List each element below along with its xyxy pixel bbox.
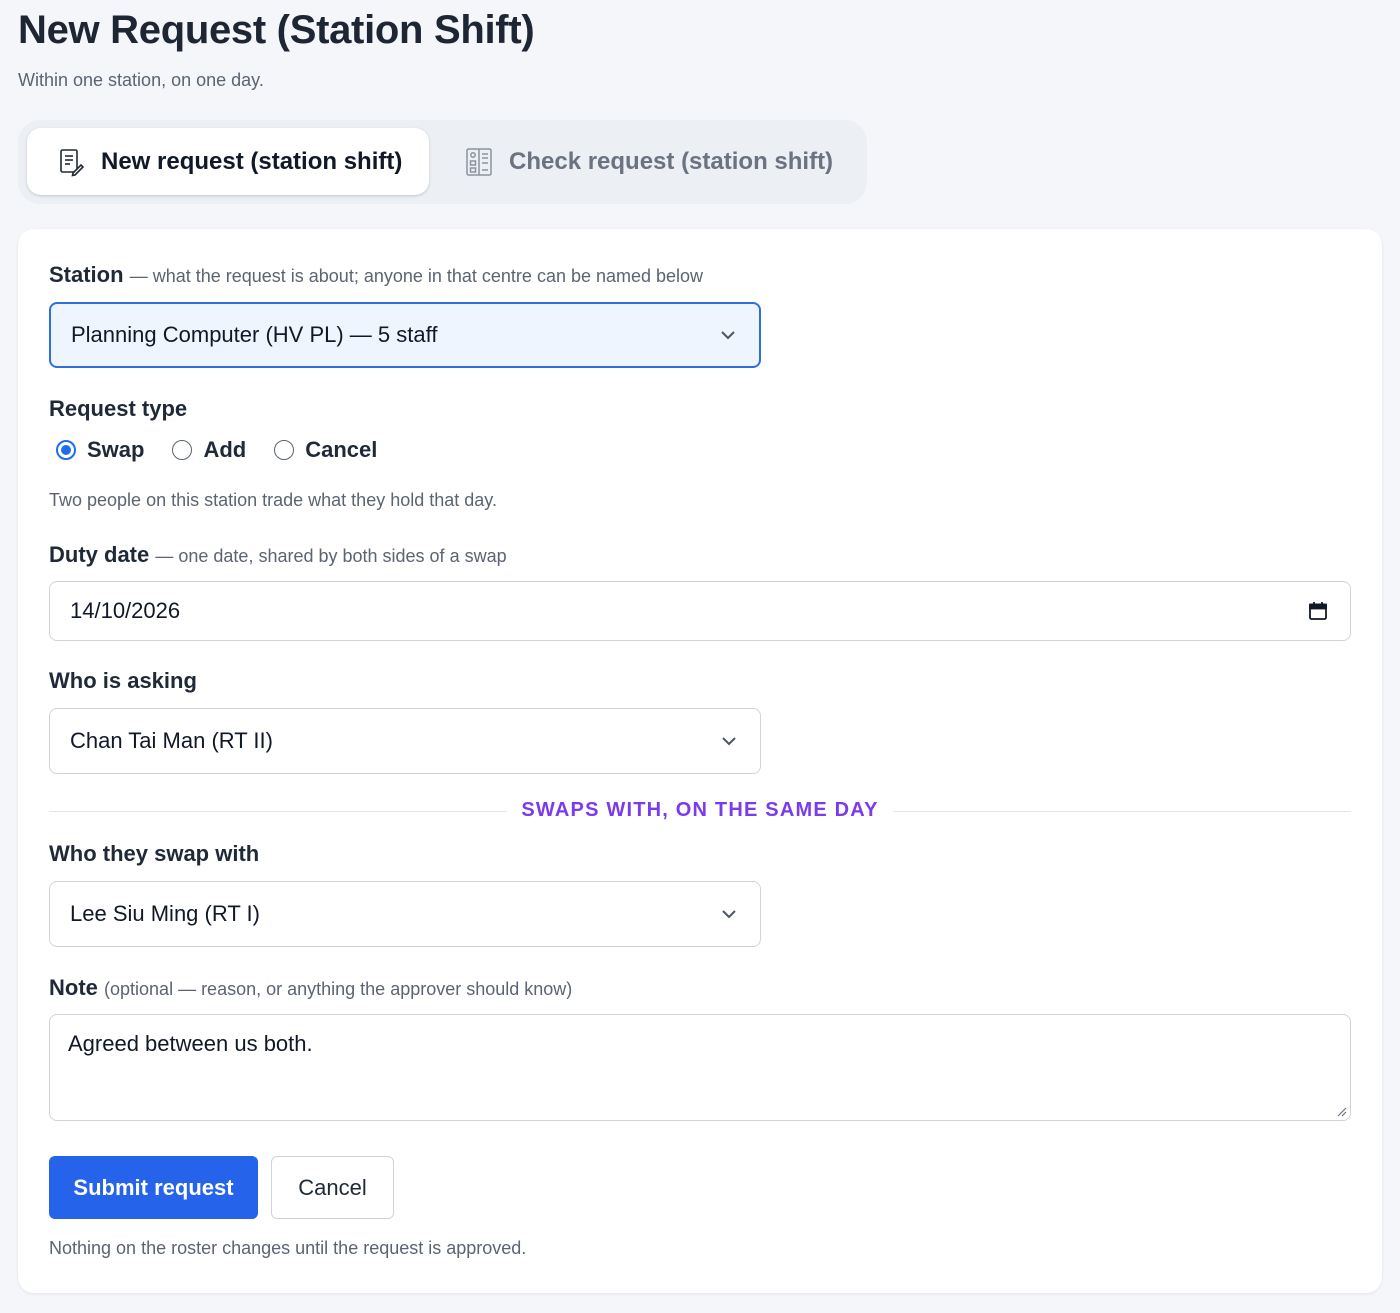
duty-date-value: 14/10/2026 bbox=[70, 598, 181, 623]
station-label: Station — what the request is about; any… bbox=[49, 262, 703, 288]
duty-date-hint: — one date, shared by both sides of a sw… bbox=[155, 546, 507, 566]
request-type-label: Request type bbox=[49, 396, 188, 421]
footer-note: Nothing on the roster changes until the … bbox=[49, 1238, 527, 1258]
radio-swap[interactable] bbox=[56, 440, 76, 460]
chevron-down-icon bbox=[722, 737, 736, 746]
who-asking-select[interactable]: Chan Tai Man (RT II) bbox=[49, 708, 761, 774]
radio-option-add[interactable]: Add bbox=[172, 437, 246, 463]
station-hint: — what the request is about; anyone in t… bbox=[129, 266, 704, 286]
chevron-down-icon bbox=[722, 910, 736, 919]
station-label-text: Station bbox=[49, 262, 124, 287]
tab-bar: New request (station shift) Check reques… bbox=[18, 120, 867, 204]
duty-date-label-text: Duty date bbox=[49, 542, 150, 567]
swap-with-value: Lee Siu Ming (RT I) bbox=[70, 901, 260, 926]
note-label: Note (optional — reason, or anything the… bbox=[49, 975, 572, 1001]
chevron-down-icon bbox=[721, 331, 735, 340]
request-type-radio-group: Swap Add Cancel bbox=[56, 437, 405, 463]
station-select-value: Planning Computer (HV PL) — 5 staff bbox=[71, 322, 438, 347]
radio-cancel-label: Cancel bbox=[305, 437, 378, 462]
submit-request-button[interactable]: Submit request bbox=[49, 1156, 258, 1219]
radio-add[interactable] bbox=[172, 440, 193, 460]
page-subtitle: Within one station, on one day. bbox=[18, 70, 264, 90]
note-label-text: Note bbox=[49, 975, 98, 1000]
duty-date-input[interactable]: 14/10/2026 bbox=[49, 581, 1351, 641]
tab-check-request[interactable]: Check request (station shift) bbox=[435, 128, 860, 195]
request-type-help: Two people on this station trade what th… bbox=[49, 490, 497, 510]
note-hint: (optional — reason, or anything the appr… bbox=[104, 979, 573, 999]
note-value: Agreed between us both. bbox=[68, 1031, 313, 1056]
request-form-card: Station — what the request is about; any… bbox=[18, 229, 1382, 1293]
tab-check-request-label: Check request (station shift) bbox=[509, 147, 834, 175]
radio-option-cancel[interactable]: Cancel bbox=[274, 437, 377, 463]
cancel-button[interactable]: Cancel bbox=[271, 1156, 394, 1219]
swap-with-label: Who they swap with bbox=[49, 841, 260, 866]
station-select[interactable]: Planning Computer (HV PL) — 5 staff bbox=[49, 302, 761, 368]
resize-handle-icon[interactable] bbox=[1335, 1105, 1347, 1117]
swap-with-select[interactable]: Lee Siu Ming (RT I) bbox=[49, 881, 761, 947]
tab-new-request[interactable]: New request (station shift) bbox=[27, 128, 429, 195]
divider-line-right bbox=[893, 811, 1351, 812]
checklist-icon bbox=[465, 147, 493, 177]
document-pen-icon bbox=[57, 147, 85, 177]
tab-new-request-label: New request (station shift) bbox=[101, 147, 403, 175]
radio-option-swap[interactable]: Swap bbox=[56, 437, 144, 463]
page-title: New Request (Station Shift) bbox=[18, 8, 535, 52]
note-textarea[interactable]: Agreed between us both. bbox=[49, 1014, 1351, 1121]
radio-cancel[interactable] bbox=[274, 440, 295, 460]
who-asking-label: Who is asking bbox=[49, 668, 197, 693]
radio-swap-label: Swap bbox=[87, 437, 145, 462]
who-asking-value: Chan Tai Man (RT II) bbox=[70, 728, 273, 753]
calendar-icon[interactable] bbox=[1308, 601, 1328, 621]
swap-divider: SWAPS WITH, ON THE SAME DAY bbox=[49, 797, 1351, 827]
radio-add-label: Add bbox=[203, 437, 247, 462]
duty-date-label: Duty date — one date, shared by both sid… bbox=[49, 542, 507, 568]
